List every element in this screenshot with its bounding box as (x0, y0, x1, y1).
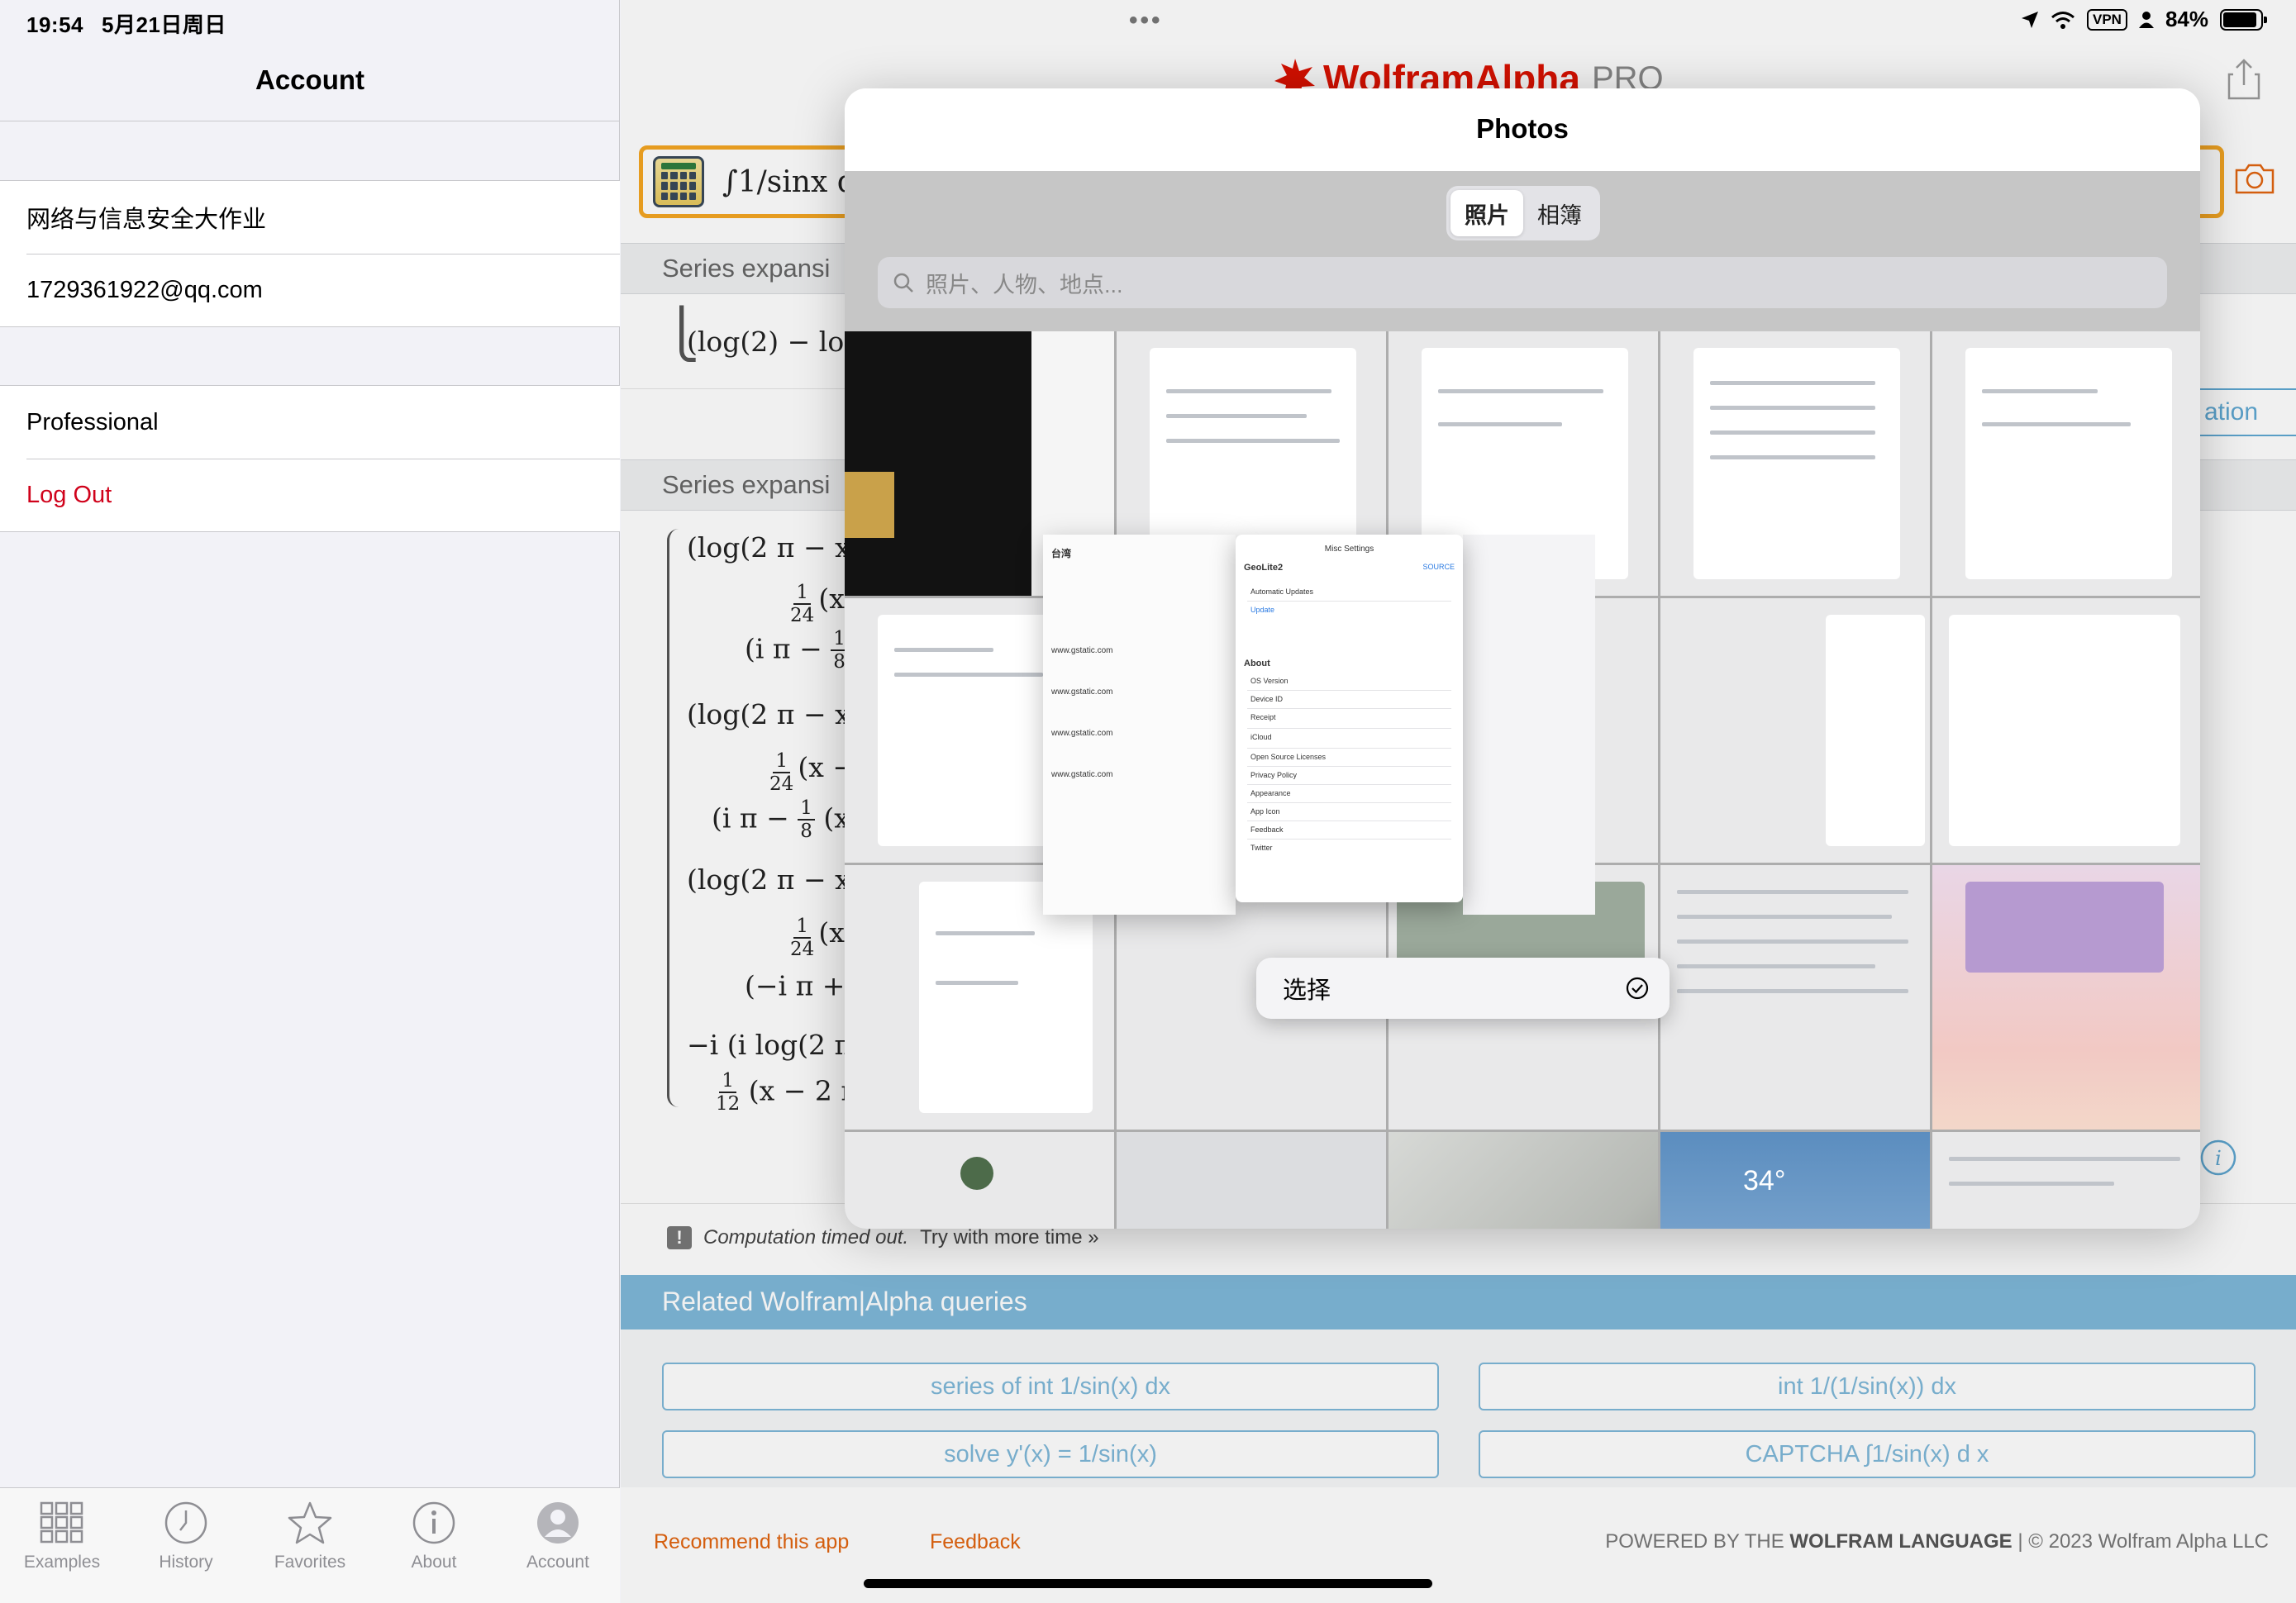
photo-thumbnail[interactable] (1389, 1132, 1658, 1229)
grid-icon (39, 1500, 85, 1546)
preview-left-card: 台湾 www.gstatic.com www.gstatic.com www.g… (1043, 535, 1236, 915)
account-name-cell[interactable]: 网络与信息安全大作业 (0, 181, 620, 254)
info-icon (411, 1500, 457, 1546)
photos-picker: Photos 照片 相簿 照片、人物、地点... 34° 台湾 www.gsta… (845, 88, 2200, 1229)
photo-thumbnail[interactable] (845, 1132, 1114, 1229)
clock-icon (163, 1500, 209, 1546)
photo-thumbnail[interactable] (1932, 865, 2200, 1130)
status-time: 19:54 (26, 12, 83, 37)
search-placeholder: 照片、人物、地点... (926, 272, 1123, 297)
tab-history[interactable]: History (124, 1488, 248, 1603)
photos-segmented-control: 照片 相簿 (1446, 186, 1600, 240)
tab-about[interactable]: About (372, 1488, 496, 1603)
photo-thumbnail[interactable] (1117, 1132, 1386, 1229)
logout-button[interactable]: Log Out (0, 459, 620, 531)
preview-right-card (1463, 535, 1595, 915)
sidebar-title: Account (255, 64, 364, 95)
tab-label: History (159, 1553, 213, 1572)
checkmark-circle-icon (1626, 977, 1649, 1000)
star-icon (287, 1500, 333, 1546)
tab-label: Account (526, 1553, 589, 1572)
person-icon (535, 1500, 581, 1546)
photos-header: Photos (845, 88, 2200, 171)
sidebar: Account 网络与信息安全大作业 1729361922@qq.com Pro… (0, 0, 620, 1603)
select-label: 选择 (1283, 977, 1331, 1004)
account-info-group: 网络与信息安全大作业 1729361922@qq.com (0, 180, 620, 327)
tab-label: Favorites (274, 1553, 346, 1572)
photo-thumbnail[interactable] (1932, 331, 2200, 596)
segment-albums[interactable]: 相簿 (1523, 190, 1596, 236)
tab-favorites[interactable]: Favorites (248, 1488, 372, 1603)
tab-examples[interactable]: Examples (0, 1488, 124, 1603)
status-date: 5月21日周日 (102, 12, 226, 37)
photo-thumbnail[interactable]: 34° (1660, 1132, 1930, 1229)
photo-preview[interactable]: Misc Settings GeoLite2 SOURCE Automatic … (1236, 535, 1463, 902)
tab-account[interactable]: Account (496, 1488, 620, 1603)
account-plan-group: Professional Log Out (0, 385, 620, 532)
photo-thumbnail[interactable] (1660, 598, 1930, 863)
photo-thumbnail[interactable] (1660, 865, 1930, 1130)
status-clock: 19:54 5月21日周日 (26, 8, 226, 39)
weather-temp: 34° (1743, 1165, 1786, 1196)
tab-bar: Examples History Favorites About Account (0, 1487, 620, 1603)
photo-thumbnail[interactable] (1932, 1132, 2200, 1229)
plan-cell[interactable]: Professional (0, 386, 620, 459)
segment-photos[interactable]: 照片 (1450, 190, 1523, 236)
tab-label: About (411, 1553, 457, 1572)
tab-label: Examples (23, 1553, 101, 1572)
search-icon (893, 273, 913, 293)
photo-thumbnail[interactable] (1932, 598, 2200, 863)
photo-thumbnail[interactable] (1660, 331, 1930, 596)
photos-search-input[interactable]: 照片、人物、地点... (878, 257, 2167, 308)
photos-title: Photos (1476, 113, 1569, 144)
home-indicator[interactable] (864, 1579, 1432, 1588)
account-email-cell[interactable]: 1729361922@qq.com (0, 254, 620, 326)
context-menu-select[interactable]: 选择 (1256, 958, 1670, 1019)
